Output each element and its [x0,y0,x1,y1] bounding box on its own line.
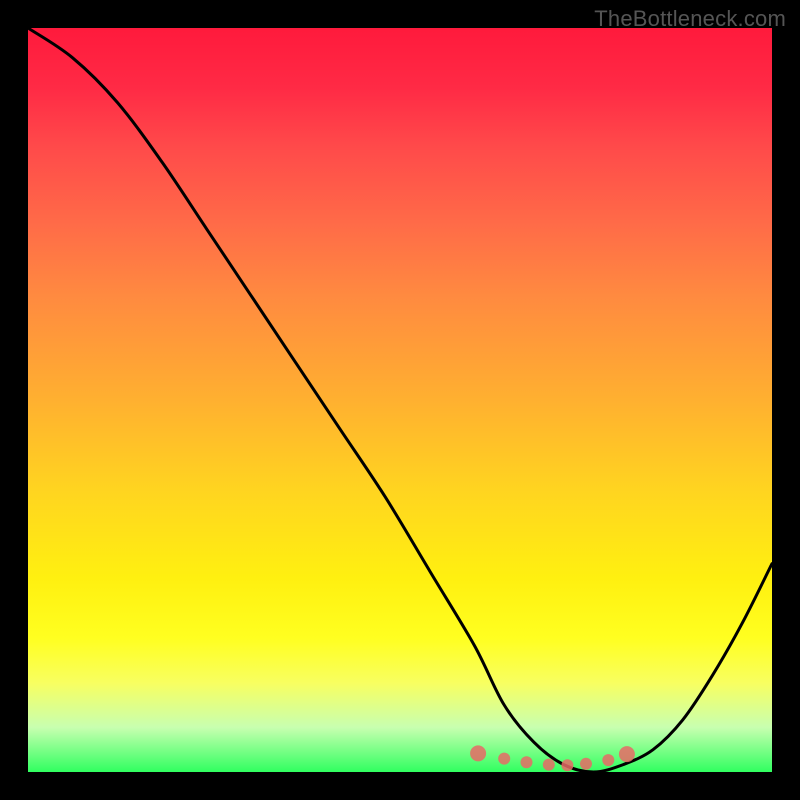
chart-plot-area [28,28,772,772]
optimal-dot [498,753,510,765]
optimal-dot [602,754,614,766]
optimal-dot [521,756,533,768]
optimal-dot [619,746,635,762]
optimal-dot [561,759,573,771]
chart-svg [28,28,772,772]
watermark-label: TheBottleneck.com [594,6,786,32]
optimal-dot [470,745,486,761]
optimal-dot [543,759,555,771]
bottleneck-curve [28,28,772,772]
optimal-dot [580,758,592,770]
